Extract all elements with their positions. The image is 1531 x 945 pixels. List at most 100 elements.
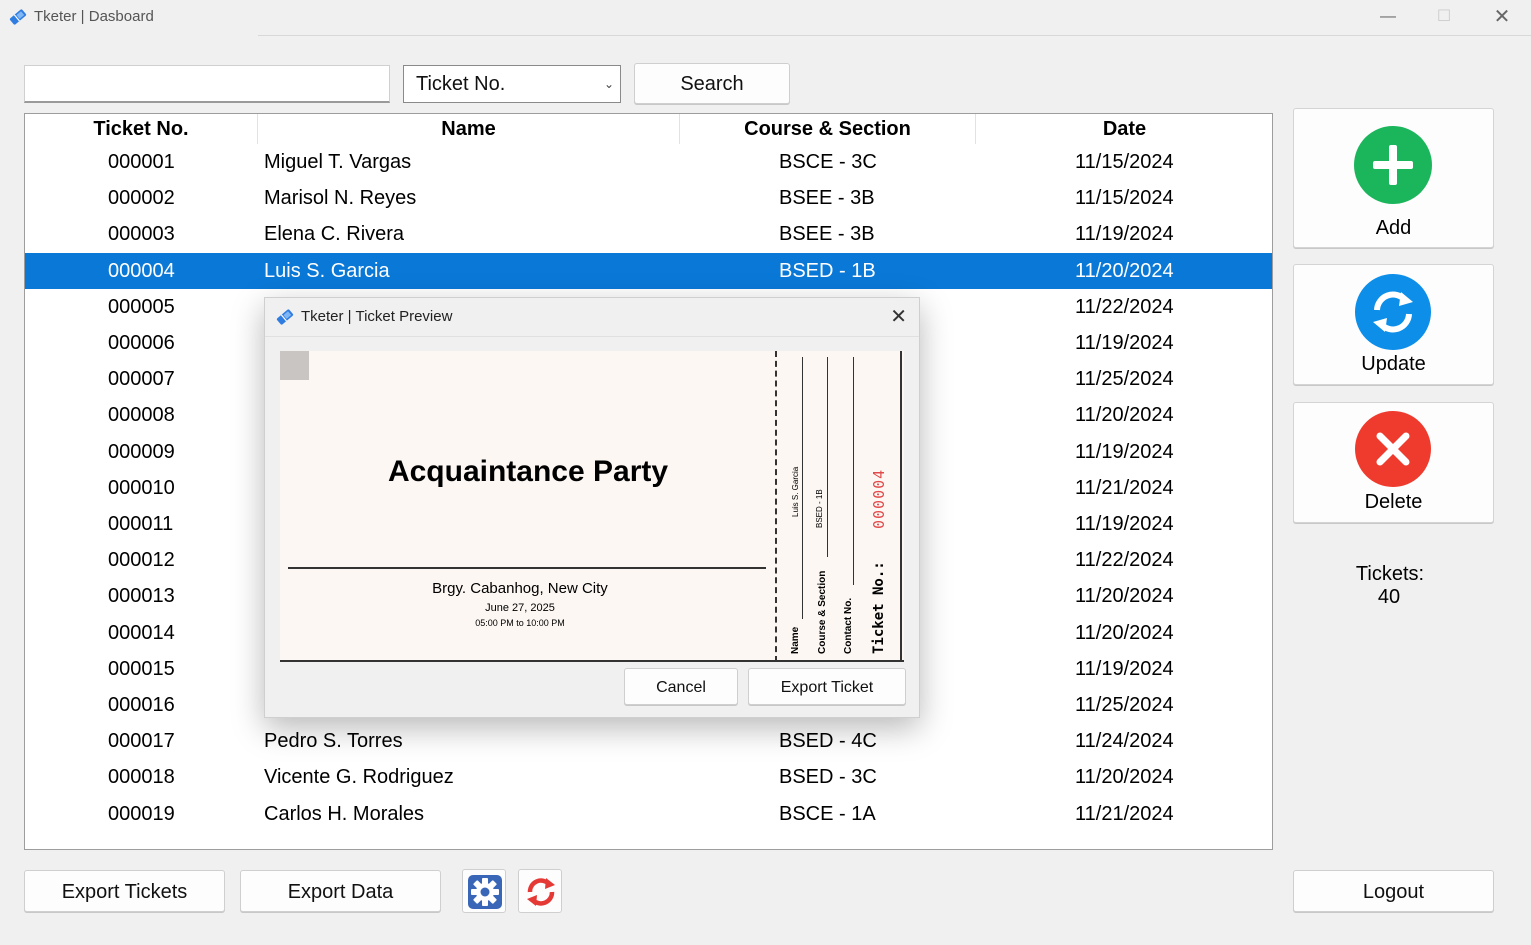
stub-course-value: BSED - 1B xyxy=(815,489,824,528)
cell-ticket-no: 000004 xyxy=(108,259,175,282)
export-data-button[interactable]: Export Data xyxy=(240,870,441,912)
column-header-course[interactable]: Course & Section xyxy=(679,114,975,144)
delete-label: Delete xyxy=(1364,491,1423,513)
cell-date: 11/21/2024 xyxy=(1075,802,1174,825)
search-filter-value: Ticket No. xyxy=(416,73,506,95)
table-row[interactable]: 000001 Miguel T. Vargas BSCE - 3C 11/15/202… xyxy=(25,144,1272,180)
stub-ticket-no-value: 000004 xyxy=(870,468,888,529)
cell-ticket-no: 000003 xyxy=(108,223,175,246)
cell-ticket-no: 000019 xyxy=(108,802,175,825)
table-row[interactable]: 000002 Marisol N. Reyes BSEE - 3B 11/15/202… xyxy=(25,180,1272,216)
close-button[interactable]: ✕ xyxy=(1490,6,1514,28)
export-tickets-button[interactable]: Export Tickets xyxy=(24,870,225,912)
cell-ticket-no: 000008 xyxy=(108,404,175,427)
chevron-down-icon: ⌄ xyxy=(603,77,614,91)
tickets-count-panel: Tickets: 40 xyxy=(1330,563,1450,609)
add-button[interactable]: Add xyxy=(1293,108,1494,248)
column-header-ticket-no[interactable]: Ticket No. xyxy=(25,114,257,144)
reload-button[interactable] xyxy=(518,869,562,913)
cell-date: 11/19/2024 xyxy=(1075,332,1174,354)
ticket-event-title: Acquaintance Party xyxy=(387,455,669,488)
cell-ticket-no: 000012 xyxy=(108,549,175,572)
search-input[interactable] xyxy=(24,65,390,103)
cell-course: BSEE - 3B xyxy=(779,187,875,210)
cell-date: 11/20/2024 xyxy=(1075,404,1174,427)
window-title: Tketer | Dasboard xyxy=(34,8,154,25)
delete-button[interactable]: Delete xyxy=(1293,402,1494,523)
cell-course: BSEE - 3B xyxy=(779,223,875,246)
stub-ticket-no-label: Ticket No.: xyxy=(871,561,887,654)
dialog-title: Tketer | Ticket Preview xyxy=(301,308,453,325)
cell-date: 11/20/2024 xyxy=(1075,585,1174,608)
table-row[interactable]: 000017 Pedro S. Torres BSED - 4C 11/24/2024 xyxy=(25,723,1272,759)
ticket-venue: Brgy. Cabanhog, New City xyxy=(432,580,608,597)
cell-date: 11/20/2024 xyxy=(1075,766,1174,789)
update-button[interactable]: Update xyxy=(1293,264,1494,385)
cell-date: 11/21/2024 xyxy=(1075,476,1174,499)
gear-icon xyxy=(468,875,502,909)
table-row[interactable]: 000018 Vicente G. Rodriguez BSED - 3C 11/20… xyxy=(25,759,1272,795)
search-button[interactable]: Search xyxy=(634,63,790,104)
cell-name: Vicente G. Rodriguez xyxy=(264,766,454,789)
ticket-app-icon xyxy=(9,9,27,25)
ticket-logo-placeholder xyxy=(280,351,309,380)
cell-name: Pedro S. Torres xyxy=(264,730,403,753)
dialog-close-button[interactable]: ✕ xyxy=(890,304,907,329)
cell-date: 11/20/2024 xyxy=(1075,621,1174,644)
tickets-label: Tickets: xyxy=(1355,563,1425,585)
table-row[interactable]: 000004 Luis S. Garcia BSED - 1B 11/20/2024 xyxy=(25,252,1272,289)
tickets-count: 40 xyxy=(1377,586,1401,608)
stub-course-label: Course & Section xyxy=(817,570,828,654)
cell-ticket-no: 000016 xyxy=(108,694,175,716)
cell-name: Carlos H. Morales xyxy=(264,802,425,825)
stub-border xyxy=(900,351,902,662)
cell-ticket-no: 000010 xyxy=(108,476,175,499)
ticket-preview: Acquaintance Party Brgy. Cabanhog, New C… xyxy=(280,351,904,662)
cell-course: BSED - 1B xyxy=(779,259,876,282)
column-header-name[interactable]: Name xyxy=(257,114,679,144)
cell-ticket-no: 000002 xyxy=(108,187,175,210)
update-label: Update xyxy=(1361,353,1426,375)
cell-course: BSCE - 3C xyxy=(779,151,877,173)
ticket-preview-dialog: Tketer | Ticket Preview ✕ Acquaintance P… xyxy=(264,297,920,718)
cell-date: 11/15/2024 xyxy=(1075,187,1174,210)
cell-date: 11/22/2024 xyxy=(1075,295,1174,318)
cell-ticket-no: 000011 xyxy=(108,513,174,535)
ticket-time: 05:00 PM to 10:00 PM xyxy=(475,618,565,628)
settings-button[interactable] xyxy=(462,869,506,913)
cell-ticket-no: 000015 xyxy=(108,657,175,680)
cell-ticket-no: 000013 xyxy=(108,585,175,608)
search-filter-select[interactable]: Ticket No. ⌄ xyxy=(403,65,621,103)
cell-date: 11/19/2024 xyxy=(1075,440,1174,463)
cell-date: 11/25/2024 xyxy=(1075,368,1174,391)
export-ticket-button[interactable]: Export Ticket xyxy=(748,668,906,705)
cell-name: Marisol N. Reyes xyxy=(264,187,417,210)
add-label: Add xyxy=(1375,217,1412,239)
x-icon xyxy=(1355,411,1431,487)
table-row[interactable]: 000019 Carlos H. Morales BSCE - 1A 11/21/20… xyxy=(25,796,1272,832)
cell-ticket-no: 000017 xyxy=(108,730,175,753)
divider xyxy=(288,567,766,569)
cell-date: 11/19/2024 xyxy=(1075,657,1174,680)
title-bar: Tketer | Dasboard — ☐ ✕ xyxy=(0,0,1531,36)
cell-course: BSED - 3C xyxy=(779,766,877,789)
cell-date: 11/19/2024 xyxy=(1075,513,1174,535)
minimize-button[interactable]: — xyxy=(1376,6,1400,28)
cancel-button[interactable]: Cancel xyxy=(624,668,738,705)
cell-date: 11/25/2024 xyxy=(1075,694,1174,716)
cell-date: 11/19/2024 xyxy=(1075,223,1174,246)
maximize-button[interactable]: ☐ xyxy=(1432,6,1456,28)
cell-name: Miguel T. Vargas xyxy=(264,151,412,173)
stub-name-value: Luis S. Garcia xyxy=(791,466,800,517)
cell-name: Elena C. Rivera xyxy=(264,223,405,246)
cell-date: 11/20/2024 xyxy=(1075,259,1174,282)
table-header: Ticket No. Name Course & Section Date xyxy=(25,114,1272,144)
cell-ticket-no: 000014 xyxy=(108,621,175,644)
table-row[interactable]: 000003 Elena C. Rivera BSEE - 3B 11/19/2024 xyxy=(25,216,1272,252)
ticket-date: June 27, 2025 xyxy=(485,602,555,614)
cell-ticket-no: 000007 xyxy=(108,368,175,391)
plus-icon xyxy=(1354,126,1432,204)
logout-button[interactable]: Logout xyxy=(1293,870,1494,912)
column-header-date[interactable]: Date xyxy=(975,114,1272,144)
stub-name-label: Name xyxy=(790,626,801,654)
